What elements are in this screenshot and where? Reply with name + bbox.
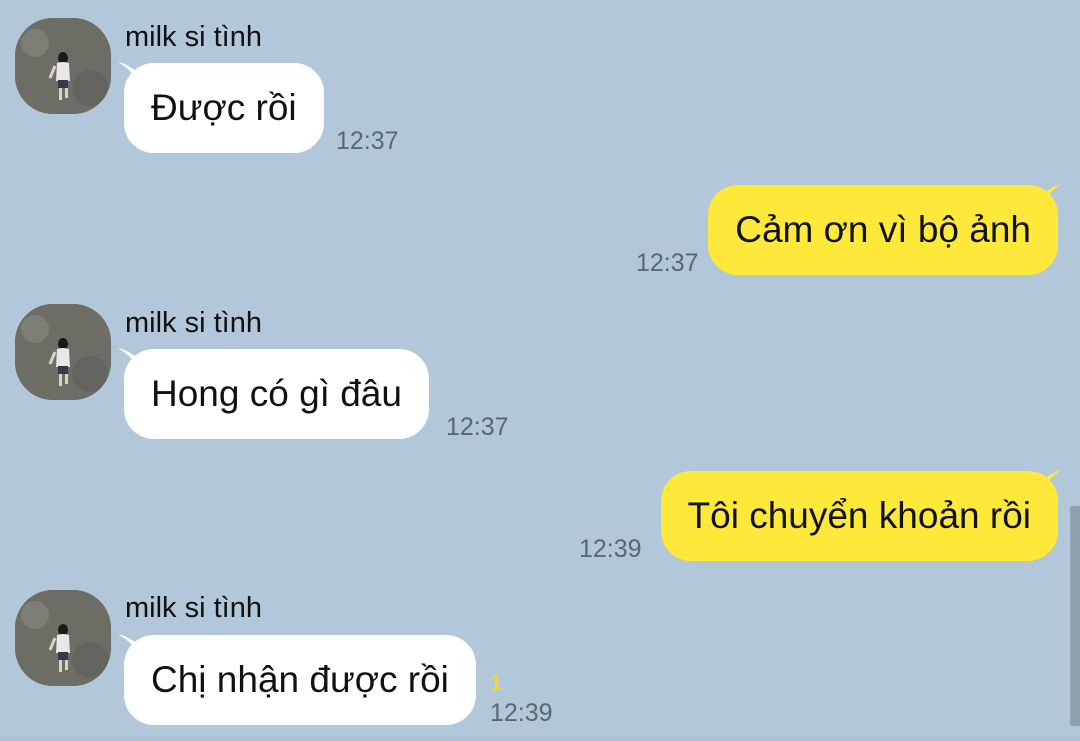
message-bubble-incoming[interactable]: Được rồi [124,63,324,153]
message-text: Chị nhận được rồi [151,659,449,700]
message-text: Tôi chuyển khoản rồi [687,495,1031,536]
message-text: Được rồi [151,87,297,128]
message-bubble-incoming[interactable]: Chị nhận được rồi [124,635,476,725]
message-time: 12:37 [336,127,399,155]
message-time: 12:39 [579,535,642,563]
message-time: 12:39 [490,699,553,727]
avatar-photo-icon [15,18,111,114]
chat-view[interactable]: milk si tình Được rồi 12:37 Cảm ơn vì bộ… [0,0,1080,741]
avatar-photo-icon [15,590,111,686]
avatar[interactable] [15,18,111,114]
avatar[interactable] [15,590,111,686]
message-bubble-outgoing[interactable]: Cảm ơn vì bộ ảnh [708,185,1058,275]
message-text: Hong có gì đâu [151,373,402,414]
message-bubble-outgoing[interactable]: Tôi chuyển khoản rồi [660,471,1058,561]
scrollbar[interactable] [1070,506,1080,726]
message-bubble-incoming[interactable]: Hong có gì đâu [124,349,429,439]
bottom-edge [0,733,1080,741]
avatar[interactable] [15,304,111,400]
sender-name: milk si tình [125,592,262,624]
message-time: 12:37 [446,413,509,441]
message-text: Cảm ơn vì bộ ảnh [735,209,1031,250]
sender-name: milk si tình [125,21,262,53]
avatar-photo-icon [15,304,111,400]
unread-count: 1 [490,670,503,695]
sender-name: milk si tình [125,307,262,339]
message-time: 12:37 [636,249,699,277]
